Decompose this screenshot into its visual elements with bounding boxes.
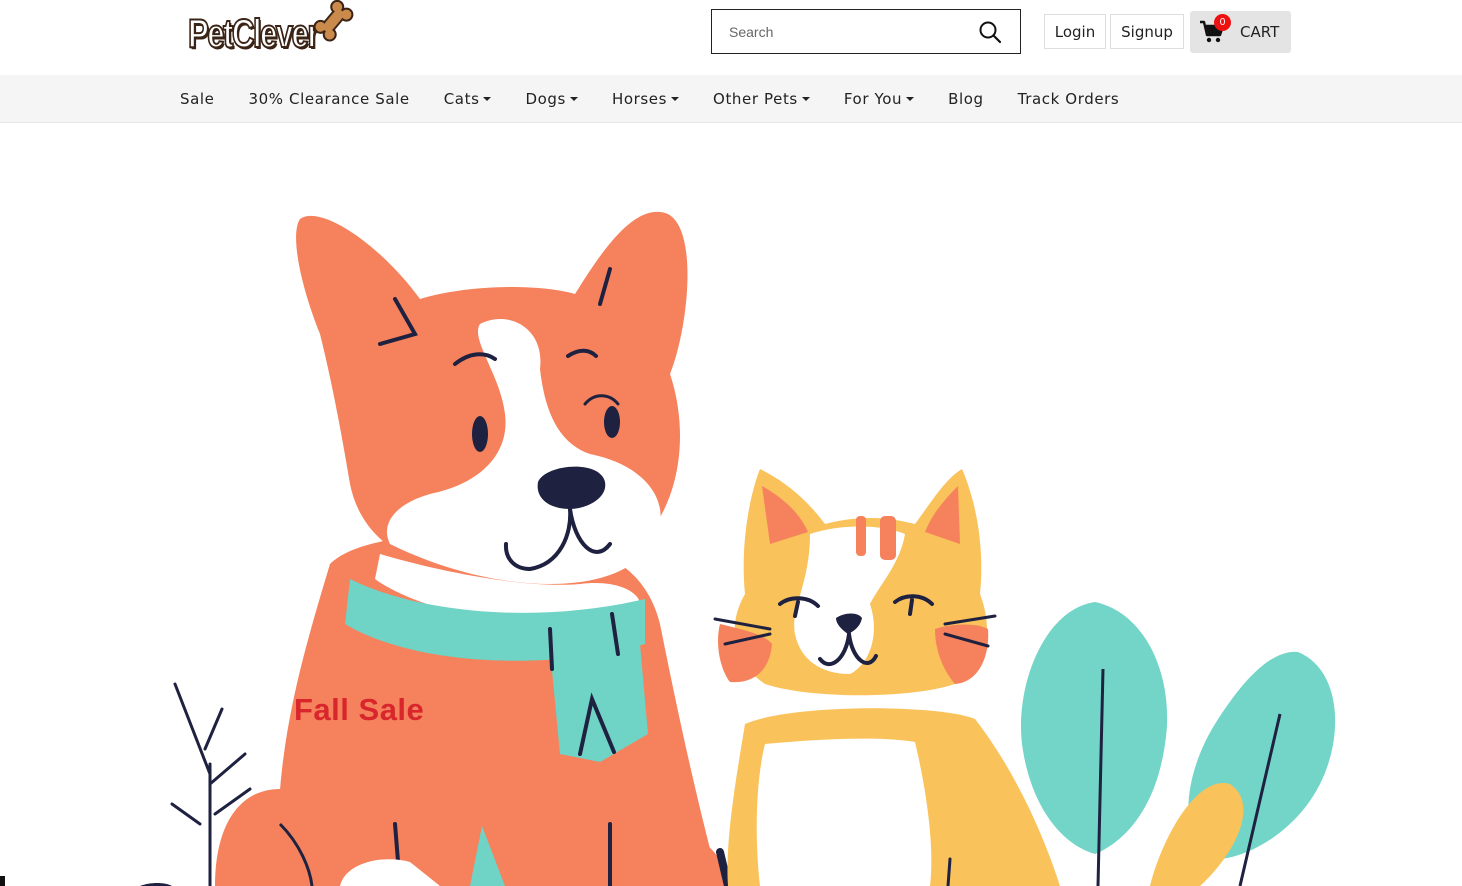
caret-down-icon (906, 97, 915, 101)
caret-down-icon (671, 97, 680, 101)
nav-item-sale[interactable]: Sale (180, 90, 215, 108)
caret-down-icon (483, 97, 492, 101)
caret-down-icon (801, 97, 810, 101)
nav-item-label: Track Orders (1017, 90, 1120, 108)
search-input[interactable] (712, 10, 962, 53)
hero-title[interactable]: Fall Sale (294, 692, 424, 728)
nav-list: Sale 30% Clearance Sale Cats Dogs Horses… (180, 75, 1153, 123)
plant-right (1020, 602, 1336, 886)
site-header: PetClever Login Signup 0 CAR (0, 0, 1462, 75)
nav-item-label: Cats (443, 90, 480, 108)
nav-item-label: 30% Clearance Sale (248, 90, 410, 108)
nav-item-label: Other Pets (713, 90, 798, 108)
nav-item-cats[interactable]: Cats (444, 90, 492, 108)
nav-item-blog[interactable]: Blog (948, 90, 984, 108)
dog-illustration (215, 211, 732, 886)
cart-button[interactable]: 0 CART (1190, 11, 1291, 53)
search-box (711, 9, 1021, 54)
nav-item-track-orders[interactable]: Track Orders (1018, 90, 1120, 108)
nav-item-label: For You (843, 90, 903, 108)
signup-button[interactable]: Signup (1110, 14, 1184, 49)
cart-label: CART (1240, 23, 1280, 41)
nav-item-label: Blog (948, 90, 984, 108)
brand-name: PetClever (187, 11, 320, 57)
nav-item-other-pets[interactable]: Other Pets (713, 90, 810, 108)
bone-icon (314, 0, 354, 42)
caret-down-icon (569, 97, 578, 101)
hero-illustration (0, 211, 1336, 886)
nav-item-dogs[interactable]: Dogs (525, 90, 578, 108)
hero-banner[interactable]: Fall Sale (0, 124, 1462, 886)
nav-item-for-you[interactable]: For You (843, 90, 915, 108)
nav-item-horses[interactable]: Horses (611, 90, 680, 108)
nav-item-label: Dogs (525, 90, 566, 108)
nav-item-clearance[interactable]: 30% Clearance Sale (249, 90, 410, 108)
search-icon[interactable] (978, 20, 1002, 44)
nav-item-label: Horses (611, 90, 668, 108)
nav-item-label: Sale (180, 90, 215, 108)
main-nav: Sale 30% Clearance Sale Cats Dogs Horses… (0, 75, 1462, 123)
cart-count-badge: 0 (1214, 14, 1231, 31)
brand-logo[interactable]: PetClever (186, 0, 358, 68)
cat-illustration (713, 469, 1060, 886)
login-button[interactable]: Login (1044, 14, 1106, 49)
